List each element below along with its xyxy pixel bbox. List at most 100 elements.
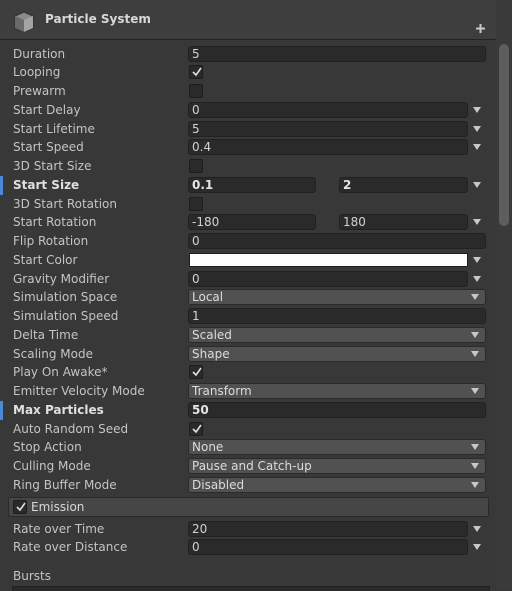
- stop-action-value: None: [192, 440, 224, 454]
- simulation-speed-row: Simulation Speed 1: [0, 307, 496, 326]
- simulation-space-dropdown[interactable]: Local: [188, 289, 486, 305]
- start-delay-field[interactable]: 0: [188, 102, 468, 118]
- prewarm-checkbox[interactable]: [189, 84, 203, 98]
- rate-over-distance-field[interactable]: 0: [188, 539, 468, 555]
- culling-mode-row: Culling Mode Pause and Catch-up: [0, 457, 496, 476]
- curve-mode-dropdown-icon[interactable]: [473, 526, 481, 532]
- looping-label: Looping: [13, 65, 61, 79]
- auto-random-seed-checkbox[interactable]: [189, 422, 203, 436]
- max-particles-label: Max Particles: [13, 403, 104, 417]
- rate-over-distance-label: Rate over Distance: [13, 540, 128, 554]
- chevron-down-icon: [471, 444, 479, 450]
- scaling-mode-row: Scaling Mode Shape: [0, 345, 496, 364]
- curve-mode-dropdown-icon[interactable]: [473, 544, 481, 550]
- start-size-min-field[interactable]: 0.1: [188, 177, 316, 193]
- curve-mode-dropdown-icon[interactable]: [473, 144, 481, 150]
- chevron-down-icon: [471, 463, 479, 469]
- curve-mode-dropdown-icon[interactable]: [473, 182, 481, 188]
- cube-icon: [14, 11, 34, 33]
- start-size-label: Start Size: [13, 178, 80, 192]
- delta-time-dropdown[interactable]: Scaled: [188, 327, 486, 343]
- flip-rotation-field[interactable]: 0: [188, 233, 486, 249]
- start-size-max-field[interactable]: 2: [339, 177, 468, 193]
- ring-buffer-mode-dropdown[interactable]: Disabled: [188, 477, 486, 493]
- component-header[interactable]: Particle System: [0, 0, 496, 40]
- rate-over-time-row: Rate over Time 20: [0, 520, 496, 539]
- start-size-row: Start Size 0.1 2: [0, 176, 496, 195]
- culling-mode-label: Culling Mode: [13, 459, 91, 473]
- scaling-mode-dropdown[interactable]: Shape: [188, 346, 486, 362]
- bursts-list-header: [12, 586, 490, 591]
- flip-rotation-row: Flip Rotation 0: [0, 232, 496, 251]
- flip-rotation-label: Flip Rotation: [13, 234, 89, 248]
- play-on-awake-label: Play On Awake*: [13, 365, 108, 379]
- bursts-row: Bursts: [0, 567, 496, 586]
- checkmark-icon: [192, 424, 202, 434]
- rate-over-time-field[interactable]: 20: [188, 521, 468, 537]
- start-rotation-3d-label: 3D Start Rotation: [13, 197, 118, 211]
- looping-checkbox[interactable]: [189, 65, 203, 79]
- start-speed-row: Start Speed 0.4: [0, 138, 496, 157]
- scrollbar-thumb[interactable]: [499, 44, 509, 226]
- emission-enable-checkbox[interactable]: [13, 500, 27, 514]
- play-on-awake-checkbox[interactable]: [189, 365, 203, 379]
- duration-row: Duration 5: [0, 45, 496, 64]
- max-particles-field[interactable]: 50: [188, 402, 486, 418]
- ring-buffer-mode-value: Disabled: [192, 478, 245, 492]
- curve-mode-dropdown-icon[interactable]: [473, 219, 481, 225]
- duration-label: Duration: [13, 47, 66, 61]
- chevron-down-icon: [471, 332, 479, 338]
- color-mode-dropdown-icon[interactable]: [473, 257, 481, 263]
- delta-time-row: Delta Time Scaled: [0, 326, 496, 345]
- checkmark-icon: [16, 502, 26, 512]
- start-size-3d-label: 3D Start Size: [13, 159, 92, 173]
- start-delay-label: Start Delay: [13, 103, 81, 117]
- curve-mode-dropdown-icon[interactable]: [473, 107, 481, 113]
- rate-over-distance-row: Rate over Distance 0: [0, 538, 496, 557]
- gravity-modifier-field[interactable]: 0: [188, 271, 468, 287]
- stop-action-row: Stop Action None: [0, 438, 496, 457]
- play-on-awake-row: Play On Awake*: [0, 363, 496, 382]
- curve-mode-dropdown-icon[interactable]: [473, 126, 481, 132]
- start-rotation-3d-checkbox[interactable]: [189, 197, 203, 211]
- emitter-velocity-mode-label: Emitter Velocity Mode: [13, 384, 145, 398]
- prewarm-row: Prewarm: [0, 82, 496, 101]
- emitter-velocity-mode-dropdown[interactable]: Transform: [188, 383, 486, 399]
- component-title: Particle System: [45, 12, 151, 26]
- start-lifetime-label: Start Lifetime: [13, 122, 95, 136]
- start-rotation-3d-row: 3D Start Rotation: [0, 195, 496, 214]
- chevron-down-icon: [471, 482, 479, 488]
- start-color-swatch[interactable]: [189, 253, 468, 267]
- delta-time-value: Scaled: [192, 328, 232, 342]
- start-speed-field[interactable]: 0.4: [188, 139, 468, 155]
- simulation-speed-label: Simulation Speed: [13, 309, 119, 323]
- emission-module-header[interactable]: Emission: [8, 497, 489, 517]
- bursts-label: Bursts: [13, 569, 51, 583]
- rate-over-time-label: Rate over Time: [13, 522, 105, 536]
- ring-buffer-mode-label: Ring Buffer Mode: [13, 478, 117, 492]
- culling-mode-value: Pause and Catch-up: [192, 459, 312, 473]
- start-delay-row: Start Delay 0: [0, 101, 496, 120]
- curve-mode-dropdown-icon[interactable]: [473, 276, 481, 282]
- plus-icon[interactable]: [476, 24, 485, 33]
- stop-action-dropdown[interactable]: None: [188, 439, 486, 455]
- start-color-label: Start Color: [13, 253, 78, 267]
- start-size-3d-checkbox[interactable]: [189, 159, 203, 173]
- start-rotation-min-field[interactable]: -180: [188, 214, 316, 230]
- gravity-modifier-label: Gravity Modifier: [13, 272, 110, 286]
- start-rotation-label: Start Rotation: [13, 215, 97, 229]
- emitter-velocity-mode-value: Transform: [192, 384, 252, 398]
- simulation-space-row: Simulation Space Local: [0, 288, 496, 307]
- simulation-space-label: Simulation Space: [13, 290, 118, 304]
- modified-marker: [0, 401, 3, 420]
- max-particles-row: Max Particles 50: [0, 401, 496, 420]
- modified-marker: [0, 176, 3, 195]
- duration-field[interactable]: 5: [188, 46, 486, 62]
- ring-buffer-mode-row: Ring Buffer Mode Disabled: [0, 476, 496, 495]
- checkmark-icon: [192, 67, 202, 77]
- start-rotation-max-field[interactable]: 180: [339, 214, 468, 230]
- simulation-speed-field[interactable]: 1: [188, 308, 486, 324]
- start-size-3d-row: 3D Start Size: [0, 157, 496, 176]
- culling-mode-dropdown[interactable]: Pause and Catch-up: [188, 458, 486, 474]
- start-lifetime-field[interactable]: 5: [188, 121, 468, 137]
